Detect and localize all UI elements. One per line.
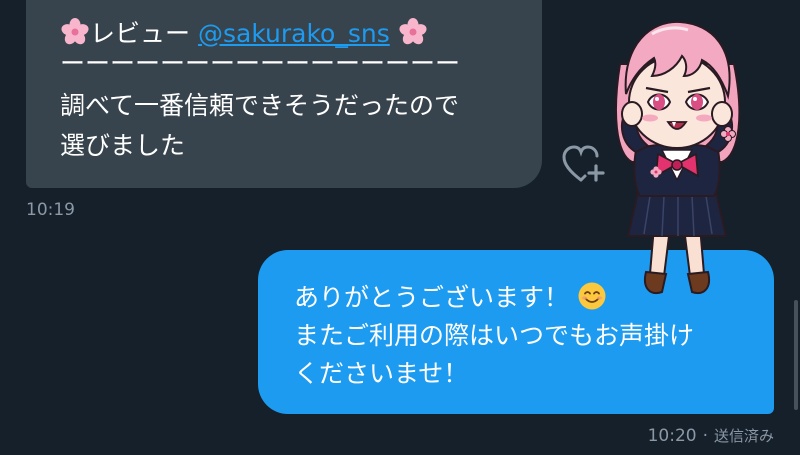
anime-girl-sticker-icon [592,4,762,304]
incoming-timestamp: 10:19 [26,200,75,220]
message-text-line: くださいませ！ [294,359,469,388]
separator-dot: · [702,426,708,446]
message-text-line: 調べて一番信頼できそうだったので [60,91,460,120]
divider-line: ーーーーーーーーーーーーーーーー [60,49,461,78]
message-text-line: またご利用の際はいつでもお声掛け [294,321,695,350]
incoming-message-bubble[interactable]: レビュー @sakurako_sns ーーーーーーーーーーーーーーーー 調べて一… [26,0,542,188]
message-text-line: ありがとうございます！ [294,278,607,317]
outgoing-timestamp-row: 10:20 · 送信済み [648,425,774,446]
message-text: ありがとうございます！ [294,283,570,312]
outgoing-timestamp: 10:20 [647,426,697,446]
sent-status: 送信済み [713,427,774,445]
scrollbar[interactable] [794,300,798,410]
message-text-line: 選びました [60,131,186,160]
dm-conversation: レビュー @sakurako_sns ーーーーーーーーーーーーーーーー 調べて一… [0,0,800,455]
